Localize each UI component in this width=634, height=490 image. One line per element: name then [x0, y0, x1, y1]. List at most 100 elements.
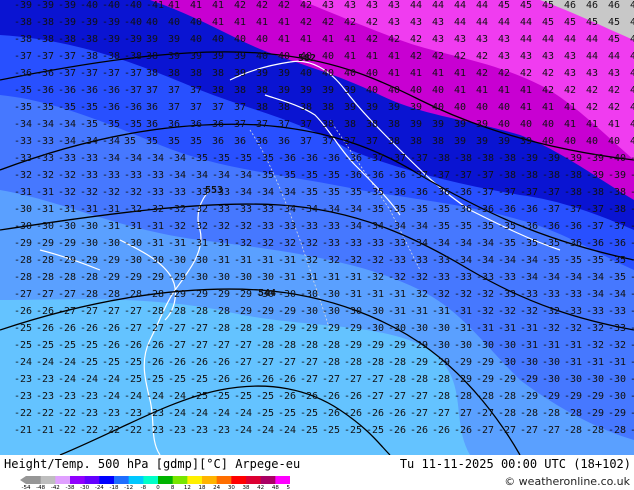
temperature-label: -37 — [102, 68, 120, 79]
temperature-label: -30 — [366, 323, 384, 334]
temperature-label: -22 — [102, 425, 120, 436]
temperature-label: -32 — [300, 255, 318, 266]
legend-tick: -48 — [36, 485, 45, 489]
temperature-label: -30 — [344, 306, 362, 317]
temperature-label: -29 — [366, 340, 384, 351]
temperature-label: -38 — [630, 187, 634, 198]
temperature-label: -32 — [36, 170, 54, 181]
temperature-label: -34 — [366, 221, 384, 232]
temperature-label: -35 — [476, 221, 494, 232]
temperature-label: 39 — [146, 34, 158, 45]
temperature-label: -35 — [608, 255, 626, 266]
temperature-label: -33 — [36, 136, 54, 147]
temperature-label: -35 — [498, 238, 516, 249]
legend-swatch — [231, 476, 247, 484]
temperature-label: -38 — [36, 17, 54, 28]
temperature-label: 42 — [344, 17, 356, 28]
temperature-label: 43 — [520, 51, 532, 62]
temperature-label: -30 — [80, 238, 98, 249]
temperature-label: -34 — [58, 119, 76, 130]
temperature-label: -29 — [278, 306, 296, 317]
temperature-label: 41 — [168, 0, 180, 11]
temperature-label: 36 — [256, 136, 268, 147]
temperature-label: -26 — [14, 306, 32, 317]
temperature-label: -26 — [36, 323, 54, 334]
temperature-label: -26 — [432, 425, 450, 436]
temperature-label: -27 — [102, 306, 120, 317]
temperature-label: 39 — [212, 51, 224, 62]
temperature-label: -28 — [410, 374, 428, 385]
temperature-label: -23 — [80, 391, 98, 402]
temperature-label: 41 — [542, 102, 554, 113]
temperature-label: -38 — [542, 170, 560, 181]
temperature-label: -26 — [300, 391, 318, 402]
temperature-label: -28 — [322, 340, 340, 351]
temperature-label: -27 — [234, 340, 252, 351]
temperature-label: 39 — [476, 119, 488, 130]
temperature-label: 37 — [366, 136, 378, 147]
temperature-label: -38 — [608, 204, 626, 215]
temperature-label: -31 — [520, 323, 538, 334]
temperature-label: -29 — [58, 255, 76, 266]
temperature-label: -31 — [102, 221, 120, 232]
temperature-label: -33 — [168, 187, 186, 198]
legend-tick: 12 — [184, 485, 191, 489]
temperature-label: -38 — [476, 153, 494, 164]
legend-swatch — [202, 476, 218, 484]
color-legend: -54 -48 -42 -38 -30 -24 -18 -12 -8 0 8 12 18 24 30 38 42… — [20, 476, 290, 489]
temperature-label: -26 — [212, 357, 230, 368]
temperature-map: -39 -39 -39 -40 -40 -40 -41 41 41 41 42 42 42 42 43 43 4… — [0, 0, 634, 455]
temperature-label: -36 — [520, 204, 538, 215]
temperature-label: -33 — [36, 153, 54, 164]
temperature-label: -38 — [520, 170, 538, 181]
temperature-label: -32 — [146, 204, 164, 215]
temperature-label: -39 — [542, 153, 560, 164]
temperature-label: 36 — [146, 102, 158, 113]
temperature-label: 37 — [300, 136, 312, 147]
temperature-label: -31 — [564, 357, 582, 368]
temperature-label: 40 — [432, 102, 444, 113]
temperature-label: -26 — [190, 357, 208, 368]
temperature-label: -34 — [322, 204, 340, 215]
temperature-label: 46 — [630, 0, 634, 11]
temperature-label: -33 — [498, 272, 516, 283]
temperature-label: -30 — [124, 238, 142, 249]
temperature-label: -28 — [278, 340, 296, 351]
temperature-label: -33 — [564, 306, 582, 317]
temperature-label: -39 — [124, 34, 142, 45]
temperature-label: -34 — [388, 221, 406, 232]
temperature-label: 40 — [454, 102, 466, 113]
height-contour-label: 582 — [298, 53, 316, 64]
temperature-label: 41 — [300, 34, 312, 45]
temperature-label: 39 — [344, 102, 356, 113]
temperature-label: 44 — [476, 17, 488, 28]
temperature-label: -29 — [476, 357, 494, 368]
temperature-label: 42 — [388, 34, 400, 45]
temperature-label: -28 — [256, 323, 274, 334]
temperature-label: -30 — [586, 374, 604, 385]
temperature-label: -34 — [212, 170, 230, 181]
temperature-label: 41 — [476, 85, 488, 96]
temperature-label: -29 — [234, 289, 252, 300]
temperature-label: 38 — [388, 136, 400, 147]
temperature-label: -33 — [146, 187, 164, 198]
temperature-label: -26 — [388, 408, 406, 419]
temperature-label: -22 — [14, 408, 32, 419]
temperature-label: -37 — [476, 170, 494, 181]
temperature-label: -29 — [410, 340, 428, 351]
temperature-label: 36 — [190, 119, 202, 130]
temperature-label: -23 — [58, 391, 76, 402]
legend-tick: -30 — [80, 485, 89, 489]
temperature-label: 38 — [366, 119, 378, 130]
temperature-label: -32 — [14, 170, 32, 181]
temperature-label: -29 — [14, 238, 32, 249]
temperature-label: -24 — [80, 374, 98, 385]
temperature-label: 42 — [322, 17, 334, 28]
temperature-label: -34 — [58, 136, 76, 147]
temperature-label: -35 — [300, 187, 318, 198]
temperature-label: -23 — [36, 391, 54, 402]
temperature-label: 42 — [542, 85, 554, 96]
temperature-label: -33 — [410, 255, 428, 266]
temperature-label: 41 — [410, 68, 422, 79]
temperature-label: -22 — [80, 425, 98, 436]
